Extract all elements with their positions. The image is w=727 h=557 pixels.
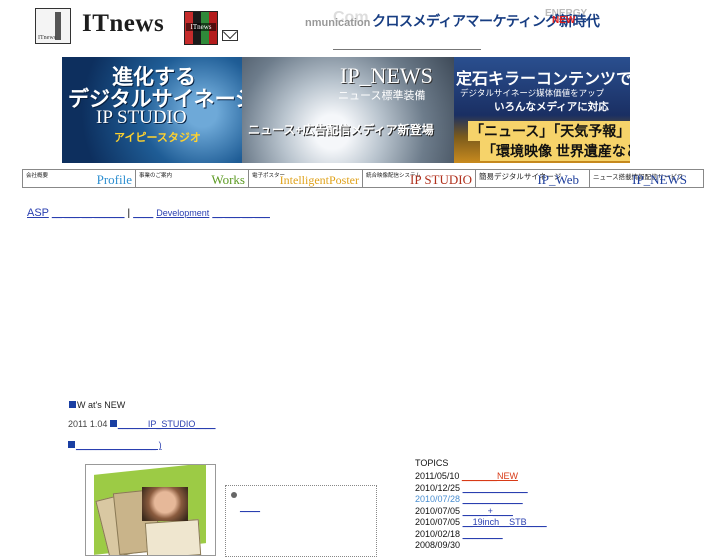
banner-text: 「ニュース」「天気予報」 <box>468 121 630 141</box>
nav-item-caption: 会社概要 <box>26 173 49 179</box>
hero-banner[interactable]: 進化する デジタルサイネージ IP STUDIO アイピースタジオ IP_NEW… <box>62 57 630 163</box>
nav-item-ip-web[interactable]: 簡易デジタルサイネージ IP_Web <box>475 169 590 188</box>
new-badge: NEW <box>552 15 576 26</box>
news-item: ________________ ) <box>68 440 162 450</box>
service-links: ASP __ ___ __ ______ | ____ Development … <box>27 207 270 219</box>
banner-panel-ip-news[interactable]: IP_NEWS ニュース標準装備 ニュース+広告配信メディア新登場 <box>242 57 454 163</box>
topic-link[interactable]: __19inch__STB____ <box>463 517 547 527</box>
topic-row: 2010/02/18 ________ <box>415 529 547 541</box>
topic-row: 2010/07/05 _____+____ <box>415 506 547 518</box>
bullet-icon <box>68 441 75 448</box>
logo-label: ITnews <box>38 35 56 41</box>
feature-box: ____ <box>225 485 377 557</box>
news-date: 2011 1.04 <box>68 419 108 429</box>
product-photo <box>142 487 188 521</box>
nav-item-profile[interactable]: 会社概要 Profile <box>22 169 136 188</box>
dev-lead-link[interactable]: ____ <box>133 208 153 218</box>
banner-text: ニュース標準装備 <box>338 90 426 102</box>
bullet-icon <box>231 492 237 498</box>
banner-text: IP STUDIO <box>96 107 187 128</box>
nav-item-label: Works <box>211 172 245 187</box>
topic-link[interactable]: ____________ <box>463 494 523 504</box>
nav-item-label: IntelligentPoster <box>279 173 359 187</box>
asp-tail-link[interactable]: __ ___ __ ______ <box>52 208 125 218</box>
mosaic-logo-icon[interactable]: ITnews <box>184 11 218 45</box>
main-nav: 会社概要 Profile 事業のご案内 Works 電子ポスター Intelli… <box>22 169 704 190</box>
nav-item-label: IP_NEWS <box>632 172 687 187</box>
nav-item-ip-studio[interactable]: 統合映像配信システム IP STUDIO <box>362 169 476 188</box>
site-logo-icon[interactable]: ITnews <box>35 8 71 44</box>
topic-row: 2010/07/28 ____________ <box>415 494 547 506</box>
dev-tail-link[interactable]: __ ___ __ ___ <box>212 208 270 218</box>
banner-text: ニュース+広告配信メディア新登場 <box>248 123 434 137</box>
header-ghost-text: nmunication <box>305 17 371 29</box>
nav-item-label: Profile <box>96 172 132 187</box>
banner-text: デジタルサイネージ媒体価値をアップ <box>460 88 605 98</box>
header-divider <box>333 49 481 50</box>
topic-date: 2010/07/05 <box>415 517 461 527</box>
nav-item-ip-news[interactable]: ニュース搭載情報配信サービス IP_NEWS <box>589 169 704 188</box>
banner-text: 「環境映像 世界遺産など」 <box>480 141 630 161</box>
product-image[interactable] <box>85 464 216 556</box>
nav-item-label: IP STUDIO <box>410 172 472 187</box>
product-card <box>144 519 202 555</box>
topic-date: 2010/12/25 <box>415 482 461 493</box>
nav-item-works[interactable]: 事業のご案内 Works <box>135 169 249 188</box>
feature-link[interactable]: ____ <box>240 502 260 512</box>
mail-icon[interactable] <box>222 30 238 41</box>
whats-new-heading: W at's NEW <box>69 400 125 410</box>
topic-row: 2008/09/30 <box>415 540 547 552</box>
topic-link[interactable]: ________ <box>463 529 503 539</box>
nav-item-caption: 事業のご案内 <box>139 173 173 179</box>
topic-link[interactable]: _____________ <box>463 483 528 493</box>
news-link[interactable]: ________________ ) <box>76 440 162 450</box>
topic-date: 2008/09/30 <box>415 540 461 550</box>
topics-heading: TOPICS <box>415 458 449 468</box>
banner-panel-contents[interactable]: 定石キラーコンテンツで デジタルサイネージ媒体価値をアップ いろんなメディアに対… <box>454 57 630 163</box>
bullet-icon <box>69 401 76 408</box>
news-item: 2011 1.04 ______IP_STUDIO____ <box>68 419 215 429</box>
topic-link[interactable]: _______NEW <box>462 471 518 481</box>
topics-list: TOPICS 2011/05/10 _______NEW 2010/12/25 … <box>415 458 547 552</box>
development-link[interactable]: Development <box>156 208 209 218</box>
topic-link[interactable]: _____+____ <box>463 506 513 516</box>
link-separator: | <box>127 208 131 219</box>
whats-new-title: W at's NEW <box>77 400 126 410</box>
topic-date: 2010/02/18 <box>415 528 461 539</box>
topic-date: 2010/07/28 <box>415 494 461 504</box>
topic-date: 2011/05/10 <box>415 471 460 481</box>
mosaic-caption: ITnews <box>186 23 216 31</box>
nav-item-intelligent-poster[interactable]: 電子ポスター IntelligentPoster <box>248 169 363 188</box>
topic-row: 2011/05/10 _______NEW <box>415 471 547 483</box>
asp-link[interactable]: ASP <box>27 207 49 219</box>
topic-row: 2010/12/25 _____________ <box>415 483 547 495</box>
banner-text: IP_NEWS <box>340 63 433 88</box>
topic-row: 2010/07/05 __19inch__STB____ <box>415 517 547 529</box>
banner-text: アイピースタジオ <box>114 132 201 144</box>
nav-item-label: IP_Web <box>537 172 579 187</box>
bullet-icon <box>109 420 117 427</box>
banner-text: 定石キラーコンテンツで <box>456 71 630 88</box>
topic-date: 2010/07/05 <box>415 505 461 516</box>
banner-panel-ip-studio[interactable]: 進化する デジタルサイネージ IP STUDIO アイピースタジオ <box>62 57 242 163</box>
banner-text: いろんなメディアに対応 <box>494 101 609 113</box>
site-title[interactable]: ITnews <box>82 10 164 38</box>
news-link-ip-studio[interactable]: ______IP_STUDIO____ <box>118 419 216 429</box>
